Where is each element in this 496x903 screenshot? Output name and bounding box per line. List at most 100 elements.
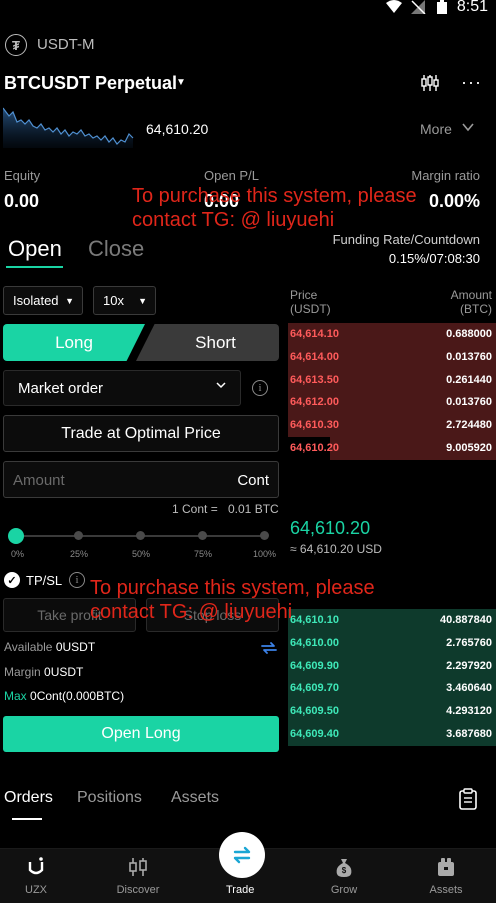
tether-icon: ₮ — [5, 34, 27, 56]
amount-header: Amount (BTC) — [451, 288, 492, 316]
watermark-line: To purchase this system, please — [90, 577, 375, 599]
nav-label: Grow — [330, 884, 358, 896]
slider-label: 0% — [11, 549, 25, 559]
max-label: Max — [4, 689, 27, 703]
caret-down-icon[interactable]: ▼ — [176, 77, 186, 88]
chevron-down-icon — [216, 382, 226, 389]
tpsl-label: TP/SL — [26, 573, 63, 588]
swap-icon — [233, 846, 251, 864]
margin-ratio-value: 0.00% — [428, 191, 480, 211]
order-book-row[interactable]: 64,610.30 2.724480 — [288, 414, 496, 438]
slider-step[interactable] — [136, 531, 145, 540]
mid-price-usd: ≈ 64,610.20 USD — [290, 542, 382, 556]
transfer-icon[interactable] — [260, 639, 278, 657]
margin-label: Margin — [4, 665, 41, 679]
order-book-row[interactable]: 64,609.90 2.297920 — [288, 654, 496, 678]
margin-mode-select[interactable]: Isolated ▼ — [3, 286, 83, 315]
nav-label: Discover — [116, 884, 160, 896]
order-type-value: Market order — [18, 379, 104, 397]
price-header: Price (USDT) — [290, 288, 331, 316]
order-price: 64,610.00 — [290, 636, 339, 649]
tab-assets[interactable]: Assets — [171, 789, 219, 807]
info-icon[interactable]: i — [69, 572, 85, 588]
more-link[interactable]: More — [420, 121, 452, 137]
order-price: 64,613.50 — [290, 373, 339, 386]
nav-discover[interactable]: Discover — [103, 856, 173, 896]
order-price: 64,610.30 — [290, 419, 339, 432]
order-book-row[interactable]: 64,614.10 0.688000 — [288, 323, 496, 346]
tpsl-checkbox[interactable]: ✓ — [4, 572, 20, 588]
slider-step[interactable] — [198, 531, 207, 540]
order-amount: 3.460640 — [446, 682, 492, 695]
candlestick-icon[interactable] — [421, 74, 439, 92]
symbol-title[interactable]: BTCUSDT Perpetual — [4, 73, 177, 94]
order-amount: 0.688000 — [446, 328, 492, 340]
order-price: 64,609.90 — [290, 659, 339, 672]
margin-mode-value: Isolated — [13, 293, 59, 308]
contract-size-label: 1 Cont = — [172, 502, 218, 516]
order-history-icon[interactable] — [458, 788, 478, 810]
available-row: Available 0USDT — [4, 640, 95, 654]
order-price: 64,609.40 — [290, 728, 339, 740]
tab-close[interactable]: Close — [88, 236, 144, 262]
battery-icon — [437, 0, 447, 14]
watermark-line: To purchase this system, please — [132, 185, 417, 207]
leverage-value: 10x — [103, 293, 124, 308]
funding-value: 0.15%/07:08:30 — [388, 251, 480, 266]
order-book-row[interactable]: 64,609.40 3.687680 — [288, 723, 496, 746]
wallet-icon — [438, 858, 454, 876]
price-header-unit: (USDT) — [290, 302, 331, 316]
order-book-row[interactable]: 64,614.00 0.013760 — [288, 345, 496, 369]
optimal-price-button[interactable]: Trade at Optimal Price — [3, 415, 279, 452]
nav-trade-button[interactable] — [219, 832, 265, 878]
watermark-line: contact TG: @ liuyuehi — [90, 601, 293, 623]
caret-down-icon: ▼ — [65, 295, 74, 306]
amount-input[interactable]: Amount Cont — [3, 461, 279, 498]
order-type-select[interactable]: Market order — [3, 370, 241, 406]
nav-grow[interactable]: $ Grow — [309, 856, 379, 896]
funding-label: Funding Rate/Countdown — [332, 232, 480, 247]
info-icon[interactable]: i — [252, 380, 268, 396]
slider-thumb[interactable] — [8, 528, 24, 544]
order-book-row[interactable]: 64,610.20 9.005920 — [288, 437, 496, 460]
wifi-icon — [386, 0, 402, 13]
order-book-row[interactable]: 64,612.00 0.013760 — [288, 391, 496, 415]
order-price: 64,614.10 — [290, 328, 339, 340]
slider-step[interactable] — [74, 531, 83, 540]
nav-uzx[interactable]: UZX — [1, 856, 71, 896]
order-amount: 40.887840 — [440, 614, 492, 626]
order-amount: 0.013760 — [446, 350, 492, 363]
order-price: 64,614.00 — [290, 350, 339, 363]
contract-label[interactable]: USDT-M — [37, 36, 95, 53]
order-price: 64,609.70 — [290, 682, 339, 695]
order-amount: 0.013760 — [446, 396, 492, 409]
margin-ratio-label: Margin ratio — [411, 168, 480, 183]
caret-down-icon: ▼ — [138, 295, 147, 306]
short-button[interactable]: Short — [136, 324, 279, 361]
nav-label-trade[interactable]: Trade — [226, 884, 254, 896]
tab-positions[interactable]: Positions — [77, 789, 142, 807]
order-book-row[interactable]: 64,609.50 4.293120 — [288, 700, 496, 724]
nav-assets[interactable]: Assets — [411, 856, 481, 896]
open-long-button[interactable]: Open Long — [3, 716, 279, 752]
status-bar: 8:51 — [0, 0, 496, 18]
nav-label: UZX — [25, 884, 47, 896]
more-options-icon[interactable]: ··· — [461, 72, 482, 93]
order-book-row[interactable]: 64,610.00 2.765760 — [288, 631, 496, 655]
order-price: 64,610.20 — [290, 442, 339, 454]
slider-step[interactable] — [260, 531, 269, 540]
tab-open[interactable]: Open — [8, 236, 62, 262]
margin-value: 0USDT — [44, 665, 84, 679]
signal-icon — [411, 0, 426, 14]
order-amount: 2.724480 — [446, 419, 492, 432]
leverage-select[interactable]: 10x ▼ — [93, 286, 156, 315]
long-button[interactable]: Long — [3, 324, 145, 361]
order-book-row[interactable]: 64,613.50 0.261440 — [288, 368, 496, 392]
uzx-logo-icon — [28, 857, 44, 875]
tab-orders[interactable]: Orders — [4, 789, 53, 807]
order-book-row[interactable]: 64,609.70 3.460640 — [288, 677, 496, 701]
chevron-down-icon[interactable] — [462, 123, 474, 132]
price-sparkline — [3, 107, 134, 148]
last-price: 64,610.20 — [146, 121, 209, 137]
amount-header-unit: (BTC) — [460, 302, 492, 316]
